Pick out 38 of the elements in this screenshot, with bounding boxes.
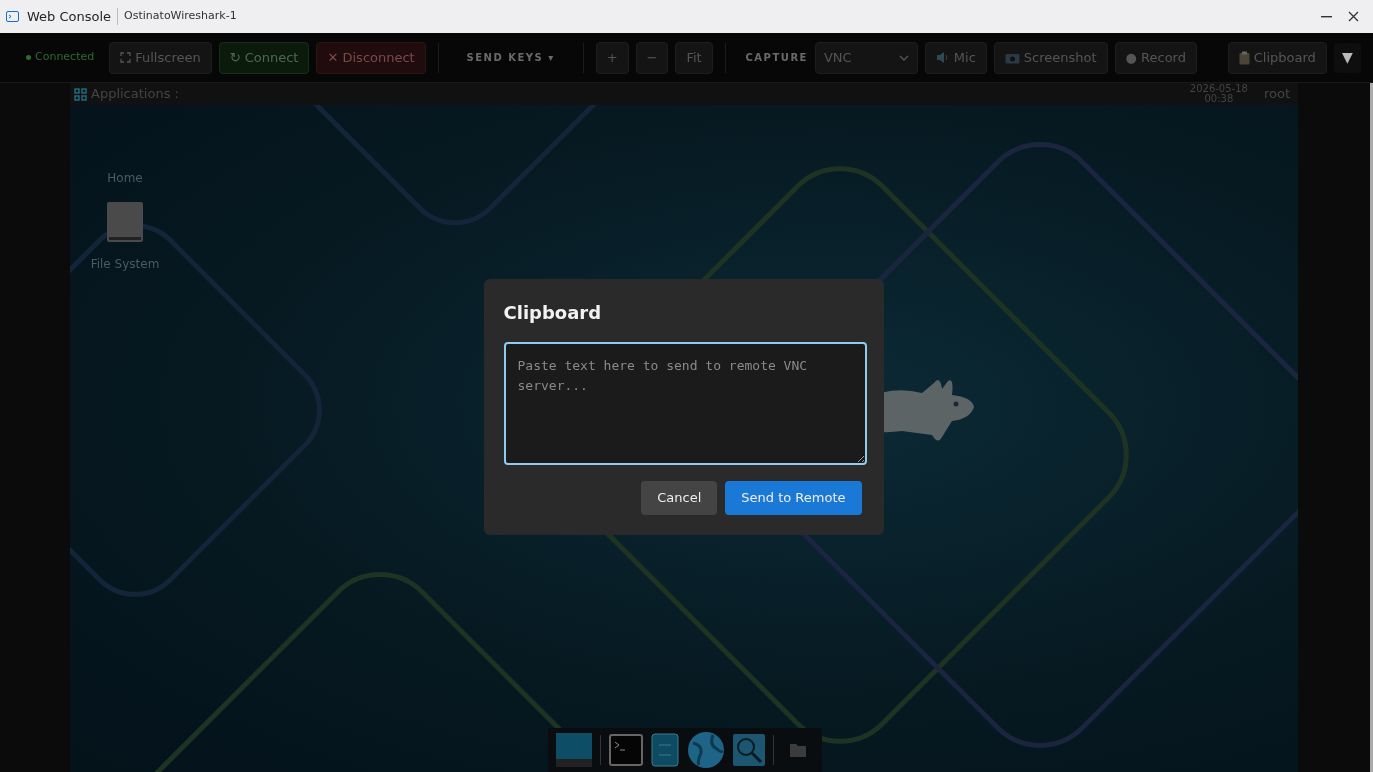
chevron-icon [898,54,909,61]
fullscreen-icon [120,52,132,63]
desktop-icon-label[interactable]: File System [90,255,160,273]
send-button[interactable]: Send to Remote [725,481,862,515]
toolbar-button[interactable]: ● Record [1114,41,1197,74]
console-icon [6,11,19,22]
toolbar-button[interactable]: + [595,41,629,74]
disconnect-button[interactable]: ✕ Disconnect [316,41,426,74]
toolbar-button[interactable]: − [635,41,669,74]
cancel-button[interactable]: Cancel [641,481,718,515]
toolbar-button[interactable]: Fit [675,41,713,74]
window-title: Web Console [27,7,112,26]
minimize-icon[interactable] [1321,15,1332,18]
connect-button[interactable]: ↻ Connect [218,41,310,74]
terminal-icon[interactable] [609,734,643,766]
close-icon[interactable] [1348,11,1359,22]
applications-icon[interactable] [74,87,87,101]
screenshot-button[interactable]: Screenshot [993,41,1108,74]
send-keys-menu[interactable]: SEND KEYS ▾ [456,41,565,74]
speaker-icon [935,51,950,64]
drive-icon[interactable] [106,201,144,243]
dropdown-toggle-button[interactable]: ▼ [1333,42,1361,73]
clipboard-button[interactable]: Clipboard [1227,41,1327,74]
window-subtitle: OstinatoWireshark-1 [117,8,237,25]
search-icon[interactable] [733,734,765,766]
clipboard-text-field[interactable]: Paste text here to send to remote VNC server... [503,342,867,465]
capture-select[interactable]: VNC [814,41,918,74]
camera-icon [1004,51,1020,64]
globe-icon[interactable] [687,731,725,769]
desktop-icon-label[interactable]: Home [107,169,143,187]
document-icon[interactable] [651,733,679,767]
capture-label: CAPTURE [745,51,808,65]
mic-button[interactable]: Mic [924,41,987,74]
window-icon[interactable] [556,733,592,767]
clipboard-icon [1238,50,1250,65]
dialog-title: Clipboard [503,301,603,325]
connection-status: Connected [35,49,95,66]
fullscreen-button[interactable]: Fullscreen [109,41,212,74]
